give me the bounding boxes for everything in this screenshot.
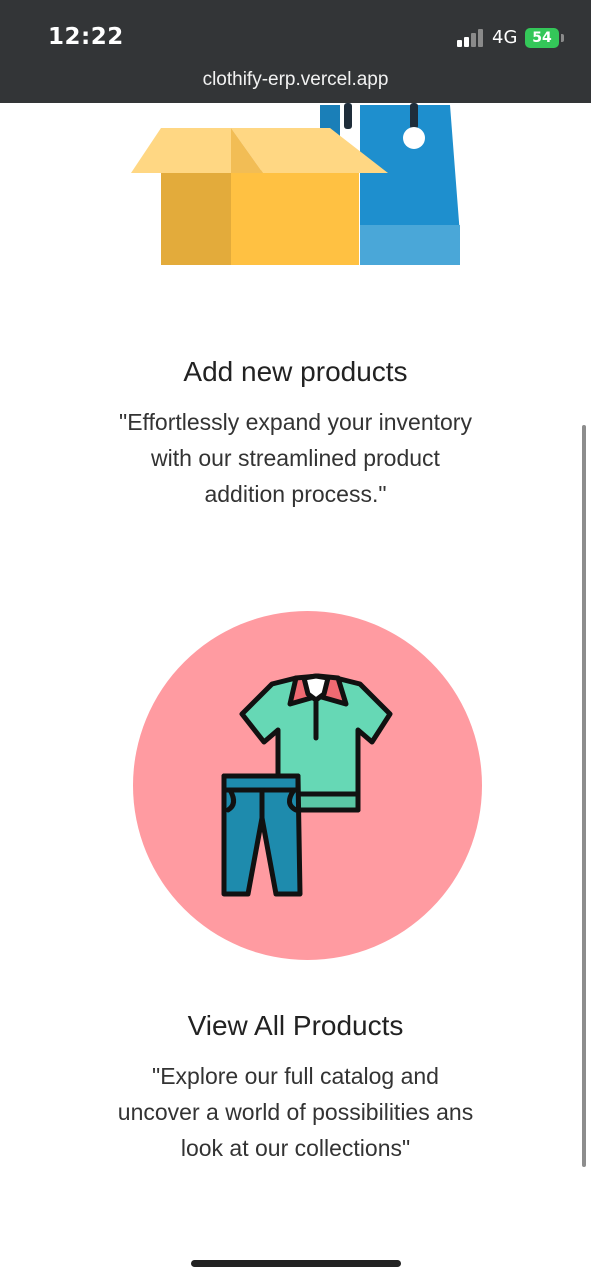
open-box-and-shopping-bag-icon[interactable] [128,103,464,269]
view-products-description-line: uncover a world of possibilities ans [117,1099,474,1125]
view-products-description-line: "Explore our full catalog and [152,1063,439,1089]
shirt-and-jeans-icon[interactable] [218,668,398,900]
view-products-title[interactable]: View All Products [0,1010,591,1042]
add-products-description-line: addition process." [204,481,387,507]
status-bar: 12:22 4G 54 clothify-erp.vercel.app [0,0,591,103]
add-products-description-line: "Effortlessly expand your inventory [119,409,472,435]
battery-icon: 54 [525,28,559,48]
network-type: 4G [492,27,518,48]
page-scrollbar[interactable] [582,425,586,1167]
add-products-description: "Effortlessly expand your inventory with… [100,404,491,512]
cellular-signal-icon [457,29,485,47]
add-products-description-line: with our streamlined product [151,445,440,471]
address-bar-url[interactable]: clothify-erp.vercel.app [0,69,591,91]
home-indicator[interactable] [191,1260,401,1267]
view-products-description-line: look at our collections" [180,1135,411,1161]
battery-level: 54 [532,30,552,46]
view-products-description: "Explore our full catalog and uncover a … [100,1058,491,1166]
add-products-title[interactable]: Add new products [0,356,591,388]
battery-cap [561,34,564,42]
status-time: 12:22 [48,24,124,50]
